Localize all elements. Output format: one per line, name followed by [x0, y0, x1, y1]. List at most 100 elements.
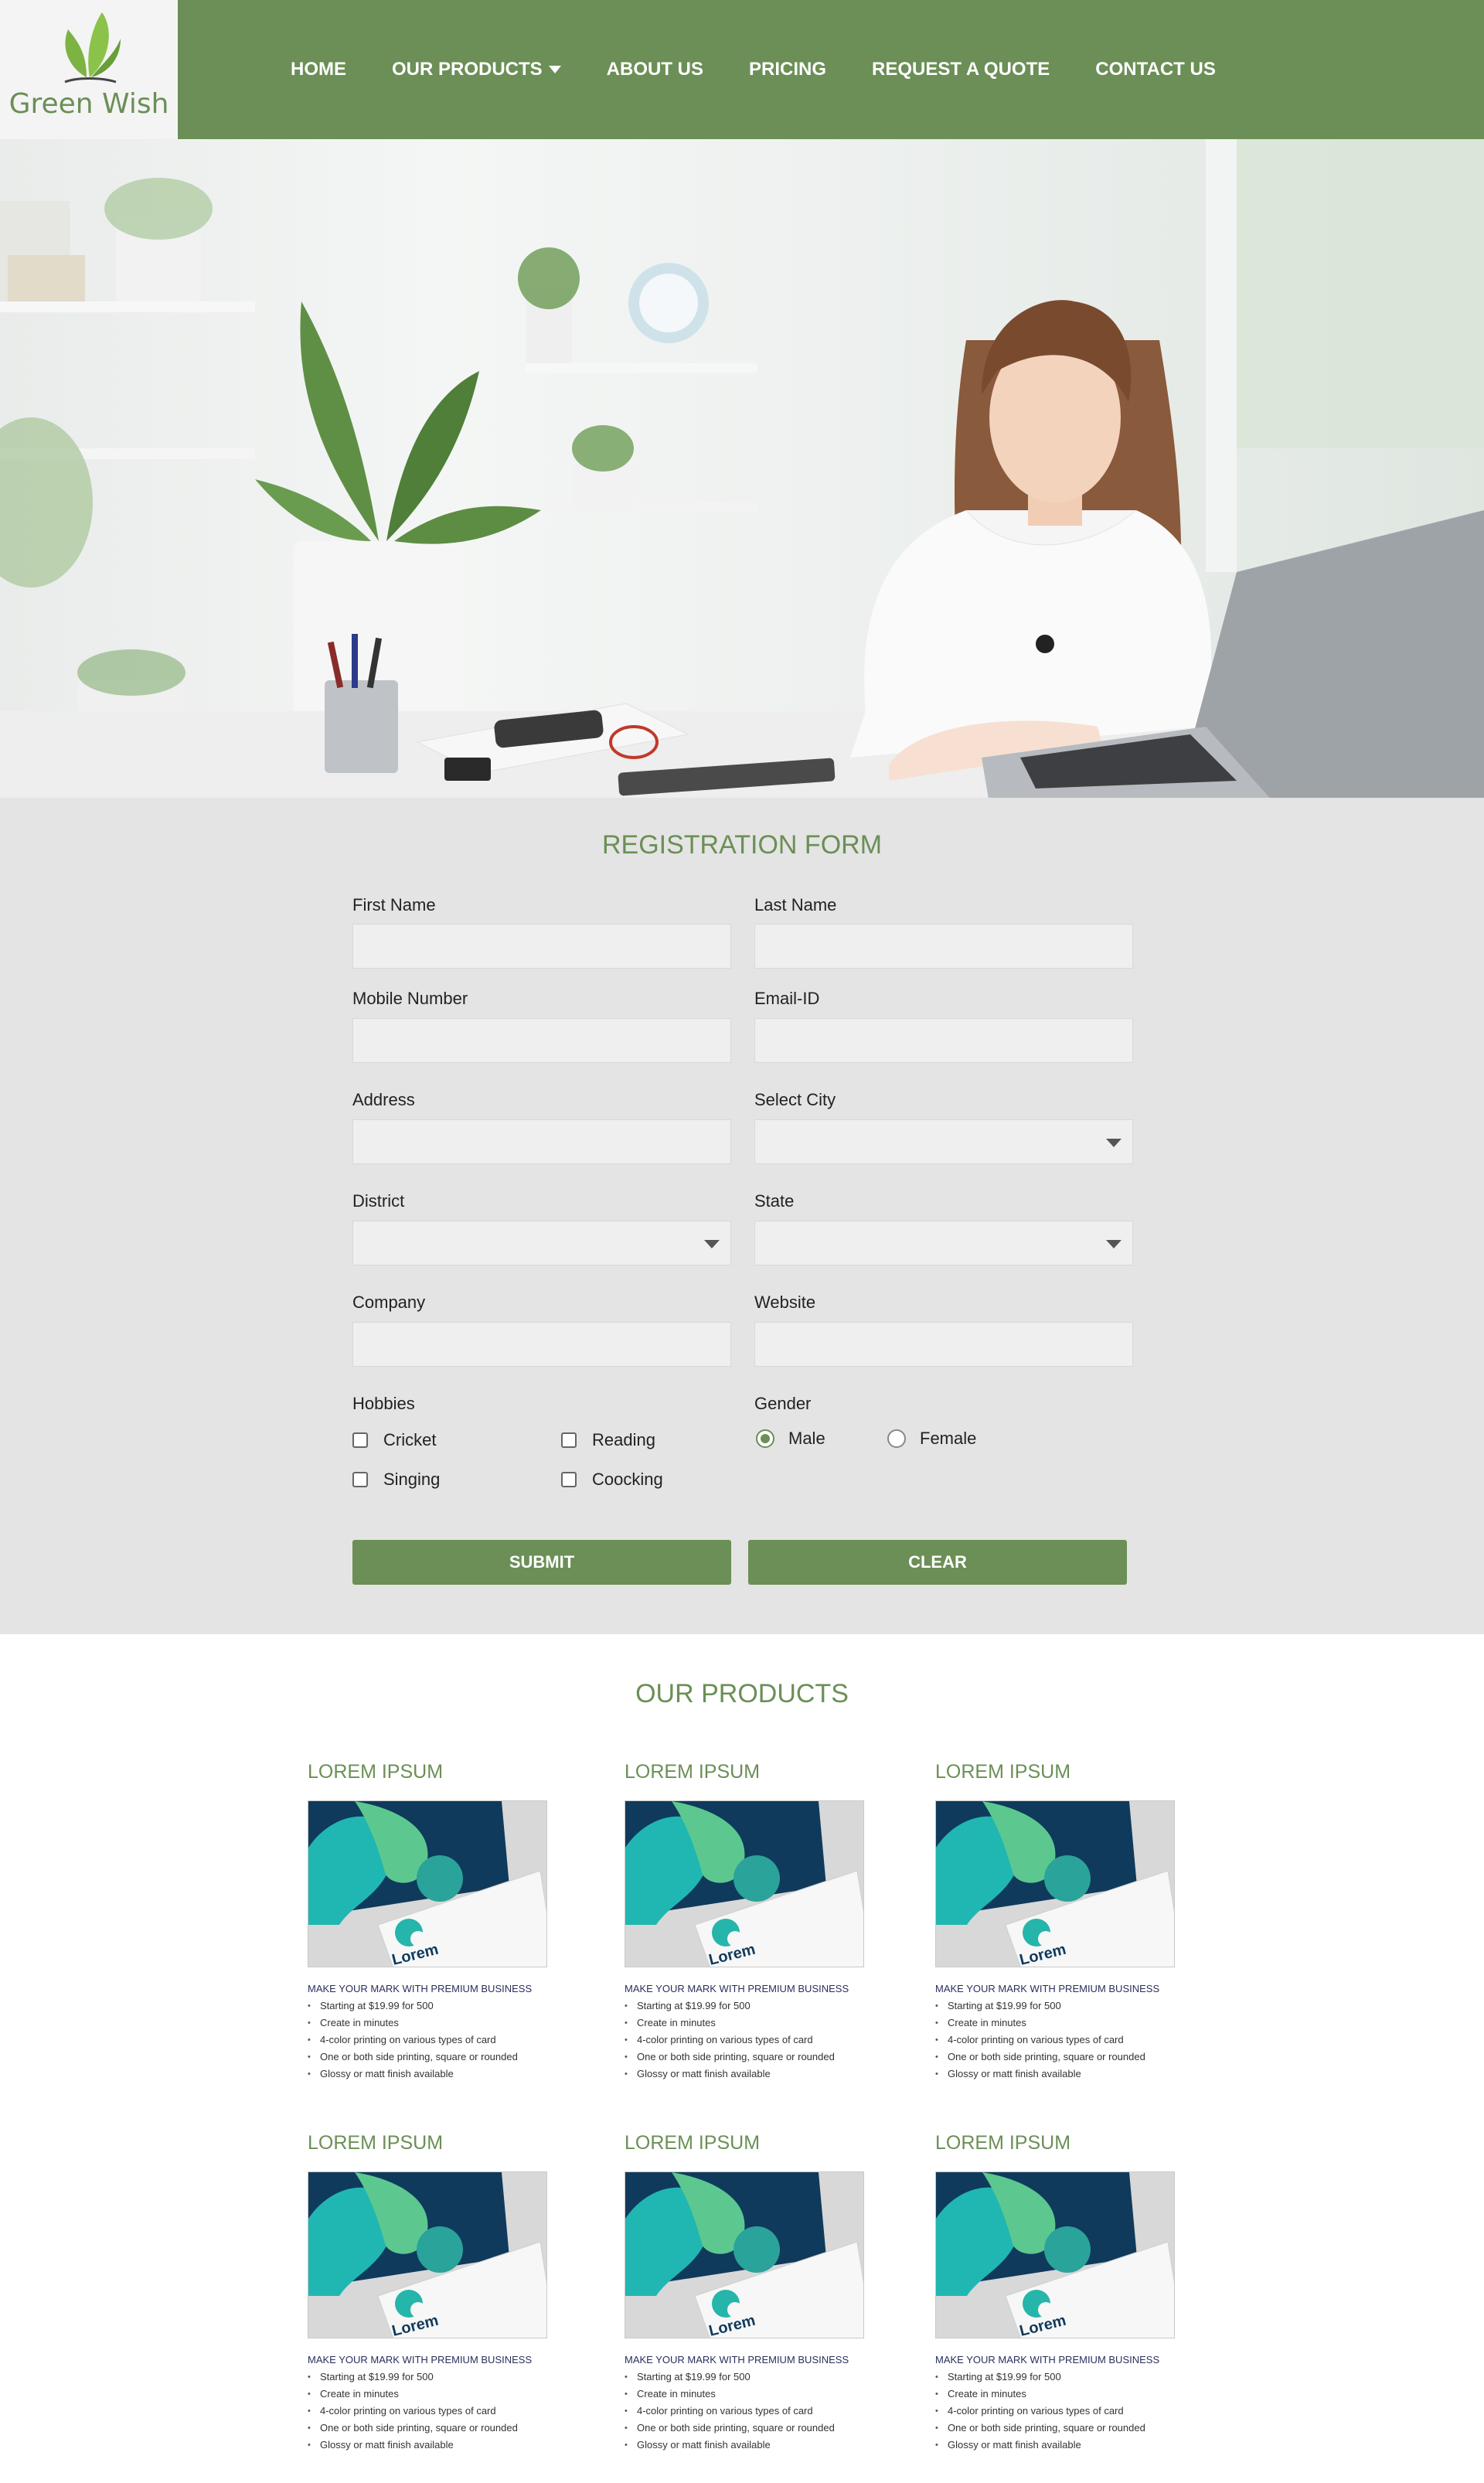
product-feature-item: 4-color printing on various types of car… — [308, 2032, 601, 2049]
state-label: State — [754, 1191, 795, 1211]
nav-request-quote-label: REQUEST A QUOTE — [872, 59, 1050, 80]
last-name-label: Last Name — [754, 895, 837, 915]
product-title: LOREM IPSUM — [935, 1761, 1071, 1783]
nav-our-products[interactable]: OUR PRODUCTS — [392, 59, 561, 80]
radio[interactable] — [887, 1429, 906, 1448]
product-feature-item: 4-color printing on various types of car… — [308, 2403, 601, 2420]
product-image[interactable]: Lorem — [625, 2171, 864, 2338]
business-card-illustration: Lorem — [625, 2172, 863, 2338]
mobile-input[interactable] — [352, 1018, 731, 1063]
product-feature-item: Create in minutes — [308, 2015, 601, 2032]
product-headline: MAKE YOUR MARK WITH PREMIUM BUSINESS — [308, 2354, 533, 2365]
checkbox[interactable] — [561, 1432, 577, 1448]
product-feature-item: Create in minutes — [935, 2015, 1229, 2032]
district-select[interactable] — [352, 1221, 731, 1265]
nav-home[interactable]: HOME — [291, 59, 346, 80]
dropdown-arrow-icon — [704, 1240, 720, 1248]
hobbies-label: Hobbies — [352, 1394, 415, 1413]
product-feature-item: 4-color printing on various types of car… — [625, 2403, 918, 2420]
nav-contact-us[interactable]: CONTACT US — [1095, 59, 1216, 80]
business-card-illustration: Lorem — [308, 2172, 546, 2338]
gender-female[interactable]: Female — [887, 1429, 976, 1449]
product-feature-item: Create in minutes — [308, 2386, 601, 2403]
hobby-cooking[interactable]: Coocking — [561, 1470, 663, 1490]
product-feature-item: One or both side printing, square or rou… — [935, 2420, 1229, 2437]
caret-down-icon — [548, 66, 561, 73]
product-feature-item: 4-color printing on various types of car… — [935, 2032, 1229, 2049]
product-card[interactable]: LOREM IPSUM Lorem MAKE YOUR MARK WITH PR… — [625, 2132, 918, 2454]
product-title: LOREM IPSUM — [935, 2132, 1071, 2154]
product-feature-item: One or both side printing, square or rou… — [308, 2420, 601, 2437]
product-card[interactable]: LOREM IPSUM Lorem MAKE YOUR MARK WITH PR… — [935, 2132, 1229, 2454]
hobby-label: Cricket — [383, 1430, 437, 1449]
nav-request-quote[interactable]: REQUEST A QUOTE — [872, 59, 1050, 80]
product-image[interactable]: Lorem — [308, 2171, 547, 2338]
checkbox[interactable] — [352, 1472, 368, 1487]
hobby-reading[interactable]: Reading — [561, 1430, 655, 1450]
product-feature-item: Glossy or matt finish available — [935, 2437, 1229, 2454]
checkbox[interactable] — [352, 1432, 368, 1448]
product-card[interactable]: LOREM IPSUM Lorem MAKE YOUR MARK WITH PR… — [308, 2132, 601, 2454]
main-nav: HOME OUR PRODUCTS ABOUT US PRICING REQUE… — [291, 0, 1261, 139]
gender-option-label: Male — [788, 1429, 825, 1448]
product-image[interactable]: Lorem — [935, 2171, 1175, 2338]
checkbox[interactable] — [561, 1472, 577, 1487]
first-name-input[interactable] — [352, 924, 731, 969]
products-title: OUR PRODUCTS — [635, 1679, 849, 1708]
product-title: LOREM IPSUM — [308, 2132, 444, 2154]
business-card-illustration: Lorem — [625, 1801, 863, 1967]
submit-button[interactable]: SUBMIT — [352, 1540, 731, 1585]
product-feature-item: Starting at $19.99 for 500 — [935, 2369, 1229, 2386]
product-feature-item: Glossy or matt finish available — [625, 2437, 918, 2454]
site-header: Green Wish HOME OUR PRODUCTS ABOUT US PR… — [0, 0, 1484, 139]
product-features: Starting at $19.99 for 500Create in minu… — [308, 2369, 601, 2454]
leaf-logo-icon — [64, 12, 121, 83]
last-name-input[interactable] — [754, 924, 1133, 969]
gender-male[interactable]: Male — [756, 1429, 825, 1449]
product-image[interactable]: Lorem — [308, 1800, 547, 1967]
hobby-label: Singing — [383, 1470, 441, 1489]
product-title: LOREM IPSUM — [625, 1761, 761, 1783]
hobby-cricket[interactable]: Cricket — [352, 1430, 436, 1450]
gender-option-label: Female — [920, 1429, 977, 1448]
product-title: LOREM IPSUM — [308, 1761, 444, 1783]
nav-pricing[interactable]: PRICING — [749, 59, 826, 80]
product-headline: MAKE YOUR MARK WITH PREMIUM BUSINESS — [935, 2354, 1160, 2365]
clear-button[interactable]: CLEAR — [748, 1540, 1127, 1585]
product-features: Starting at $19.99 for 500Create in minu… — [935, 1998, 1229, 2083]
product-feature-item: Glossy or matt finish available — [935, 2066, 1229, 2083]
radio-selected[interactable] — [756, 1429, 774, 1448]
business-card-illustration: Lorem — [936, 1801, 1174, 1967]
product-feature-item: Create in minutes — [625, 2015, 918, 2032]
product-features: Starting at $19.99 for 500Create in minu… — [935, 2369, 1229, 2454]
product-headline: MAKE YOUR MARK WITH PREMIUM BUSINESS — [935, 1983, 1160, 1994]
nav-about-us-label: ABOUT US — [606, 59, 704, 80]
email-input[interactable] — [754, 1018, 1133, 1063]
address-input[interactable] — [352, 1119, 731, 1164]
product-title: LOREM IPSUM — [625, 2132, 761, 2154]
website-input[interactable] — [754, 1322, 1133, 1367]
registration-section: REGISTRATION FORM First Name Last Name M… — [0, 798, 1484, 1634]
district-label: District — [352, 1191, 405, 1211]
nav-our-products-label: OUR PRODUCTS — [392, 59, 543, 80]
product-image[interactable]: Lorem — [935, 1800, 1175, 1967]
hobby-label: Reading — [592, 1430, 655, 1449]
product-image[interactable]: Lorem — [625, 1800, 864, 1967]
nav-about-us[interactable]: ABOUT US — [607, 59, 703, 80]
logo[interactable]: Green Wish — [0, 0, 178, 139]
state-select[interactable] — [754, 1221, 1133, 1265]
product-card[interactable]: LOREM IPSUM Lorem MAKE YOUR MARK WITH PR… — [308, 1761, 601, 2083]
city-label: Select City — [754, 1090, 836, 1109]
product-headline: MAKE YOUR MARK WITH PREMIUM BUSINESS — [625, 1983, 849, 1994]
company-label: Company — [352, 1293, 426, 1312]
dropdown-arrow-icon — [1106, 1139, 1122, 1147]
city-select[interactable] — [754, 1119, 1133, 1164]
product-feature-item: Create in minutes — [935, 2386, 1229, 2403]
mobile-label: Mobile Number — [352, 989, 468, 1008]
product-card[interactable]: LOREM IPSUM Lorem MAKE YOUR MARK WITH PR… — [625, 1761, 918, 2083]
hobby-singing[interactable]: Singing — [352, 1470, 440, 1490]
product-card[interactable]: LOREM IPSUM Lorem MAKE YOUR MARK WITH PR… — [935, 1761, 1229, 2083]
hero-image — [0, 139, 1484, 798]
product-feature-item: Starting at $19.99 for 500 — [625, 2369, 918, 2386]
company-input[interactable] — [352, 1322, 731, 1367]
